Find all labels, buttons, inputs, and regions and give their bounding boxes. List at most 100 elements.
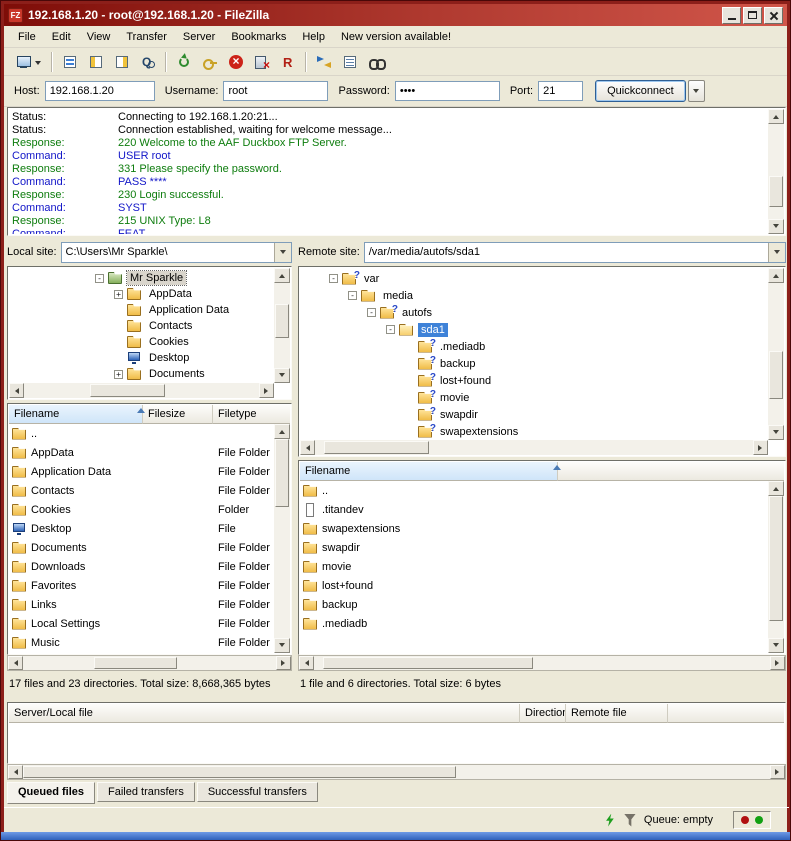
scrollbar-track[interactable] [768, 496, 784, 638]
refresh-button[interactable] [171, 50, 197, 74]
port-input[interactable] [538, 81, 583, 101]
file-row[interactable]: backup [300, 595, 768, 614]
scrollbar-thumb[interactable] [90, 384, 165, 397]
file-row[interactable]: Downloads File Folder [9, 557, 274, 576]
speed-limits-icon[interactable] [604, 814, 616, 827]
scroll-down-button[interactable] [768, 638, 784, 653]
menu-item[interactable]: Transfer [118, 28, 175, 46]
tree-item[interactable]: movie [310, 389, 768, 406]
remote-list-horizontal-scrollbar[interactable] [298, 655, 786, 671]
column-header-server-local-file[interactable]: Server/Local file [9, 704, 520, 723]
site-manager-button[interactable] [9, 50, 47, 74]
tree-expander-icon[interactable]: - [386, 325, 395, 334]
toggle-local-tree-button[interactable] [83, 50, 109, 74]
menu-item[interactable]: View [79, 28, 119, 46]
tree-expander-icon[interactable]: - [329, 274, 338, 283]
scrollbar-track[interactable] [23, 765, 770, 779]
password-input[interactable] [395, 81, 500, 101]
reconnect-button[interactable] [275, 50, 301, 74]
tree-item[interactable]: - Mr Sparkle [19, 270, 274, 286]
transfer-queue[interactable]: Server/Local file Direction Remote file [7, 702, 786, 764]
file-row[interactable]: lost+found [300, 576, 768, 595]
local-tree-vertical-scrollbar[interactable] [274, 268, 290, 383]
file-row[interactable]: Contacts File Folder [9, 481, 274, 500]
scrollbar-thumb[interactable] [94, 657, 177, 669]
scroll-up-button[interactable] [768, 481, 784, 496]
menu-item[interactable]: New version available! [333, 28, 459, 46]
file-row[interactable]: Local Settings File Folder [9, 614, 274, 633]
disconnect-button[interactable] [249, 50, 275, 74]
tree-item[interactable]: lost+found [310, 372, 768, 389]
directory-comparison-button[interactable] [311, 50, 337, 74]
queue-tab[interactable]: Successful transfers [197, 782, 318, 802]
remote-directory-tree[interactable]: - var - media - autofs - sda1 [298, 266, 786, 457]
tree-item[interactable]: - autofs [310, 304, 768, 321]
scrollbar-track[interactable] [24, 383, 259, 398]
scroll-up-button[interactable] [768, 109, 784, 124]
scrollbar-track[interactable] [768, 124, 784, 219]
local-site-combo[interactable]: C:\Users\Mr Sparkle\ [61, 242, 292, 263]
scroll-up-button[interactable] [768, 268, 784, 283]
scrollbar-track[interactable] [768, 283, 784, 425]
scroll-right-button[interactable] [770, 656, 785, 670]
menu-item[interactable]: Help [294, 28, 333, 46]
log-vertical-scrollbar[interactable] [768, 109, 784, 234]
tree-item[interactable]: Application Data [19, 302, 274, 318]
quickconnect-dropdown-button[interactable] [688, 80, 705, 102]
scroll-left-button[interactable] [9, 383, 24, 398]
tree-expander-icon[interactable]: + [114, 290, 123, 299]
file-row[interactable]: Favorites File Folder [9, 576, 274, 595]
scrollbar-thumb[interactable] [323, 657, 533, 669]
dropdown-button[interactable] [768, 243, 785, 262]
menu-item[interactable]: Edit [44, 28, 79, 46]
splitter-collapse-arrow[interactable] [553, 461, 561, 470]
local-tree-horizontal-scrollbar[interactable] [9, 383, 274, 398]
toggle-remote-tree-button[interactable] [109, 50, 135, 74]
queue-tab[interactable]: Queued files [7, 782, 95, 804]
scroll-down-button[interactable] [768, 219, 784, 234]
find-files-button[interactable] [363, 50, 389, 74]
tree-item[interactable]: swapextensions [310, 423, 768, 440]
file-row[interactable]: Cookies Folder [9, 500, 274, 519]
tree-item[interactable]: swapdir [310, 406, 768, 423]
tree-item[interactable]: backup [310, 355, 768, 372]
remote-tree-vertical-scrollbar[interactable] [768, 268, 784, 440]
host-input[interactable] [45, 81, 155, 101]
titlebar[interactable]: 192.168.1.20 - root@192.168.1.20 - FileZ… [4, 4, 787, 26]
local-file-list[interactable]: Filename Filesize Filetype .. AppData Fi… [7, 403, 292, 655]
tree-expander-icon[interactable]: + [114, 370, 123, 379]
queue-horizontal-scrollbar[interactable] [7, 764, 786, 780]
username-input[interactable] [223, 81, 328, 101]
tree-item[interactable]: - media [310, 287, 768, 304]
file-row[interactable]: .mediadb [300, 614, 768, 633]
column-header-filename[interactable]: Filename [9, 405, 143, 424]
tree-item[interactable]: + AppData [19, 286, 274, 302]
scroll-right-button[interactable] [753, 440, 768, 455]
menu-item[interactable]: Bookmarks [223, 28, 294, 46]
file-row[interactable]: Links File Folder [9, 595, 274, 614]
menu-item[interactable]: File [10, 28, 44, 46]
tree-expander-icon[interactable]: - [367, 308, 376, 317]
column-header-filesize[interactable]: Filesize [143, 405, 213, 424]
close-button[interactable] [764, 7, 783, 24]
remote-site-combo[interactable]: /var/media/autofs/sda1 [364, 242, 786, 263]
file-row[interactable]: Documents File Folder [9, 538, 274, 557]
scrollbar-track[interactable] [274, 439, 290, 638]
menu-item[interactable]: Server [175, 28, 223, 46]
process-queue-button[interactable] [197, 50, 223, 74]
scroll-left-button[interactable] [299, 656, 314, 670]
column-header-filename[interactable]: Filename [300, 462, 558, 481]
local-directory-tree[interactable]: - Mr Sparkle + AppData Application Data … [7, 266, 292, 400]
scroll-down-button[interactable] [768, 425, 784, 440]
scroll-up-button[interactable] [274, 424, 290, 439]
tree-expander-icon[interactable]: - [95, 274, 104, 283]
scrollbar-thumb[interactable] [275, 304, 289, 338]
tree-item[interactable]: - var [310, 270, 768, 287]
scroll-down-button[interactable] [274, 638, 290, 653]
tree-item[interactable]: + Documents [19, 366, 274, 382]
tree-item[interactable]: .mediadb [310, 338, 768, 355]
scrollbar-thumb[interactable] [769, 351, 783, 399]
scroll-left-button[interactable] [8, 656, 23, 670]
scrollbar-track[interactable] [274, 283, 290, 368]
remote-file-list[interactable]: Filename .. .titandev swapextensions swa… [298, 460, 786, 655]
